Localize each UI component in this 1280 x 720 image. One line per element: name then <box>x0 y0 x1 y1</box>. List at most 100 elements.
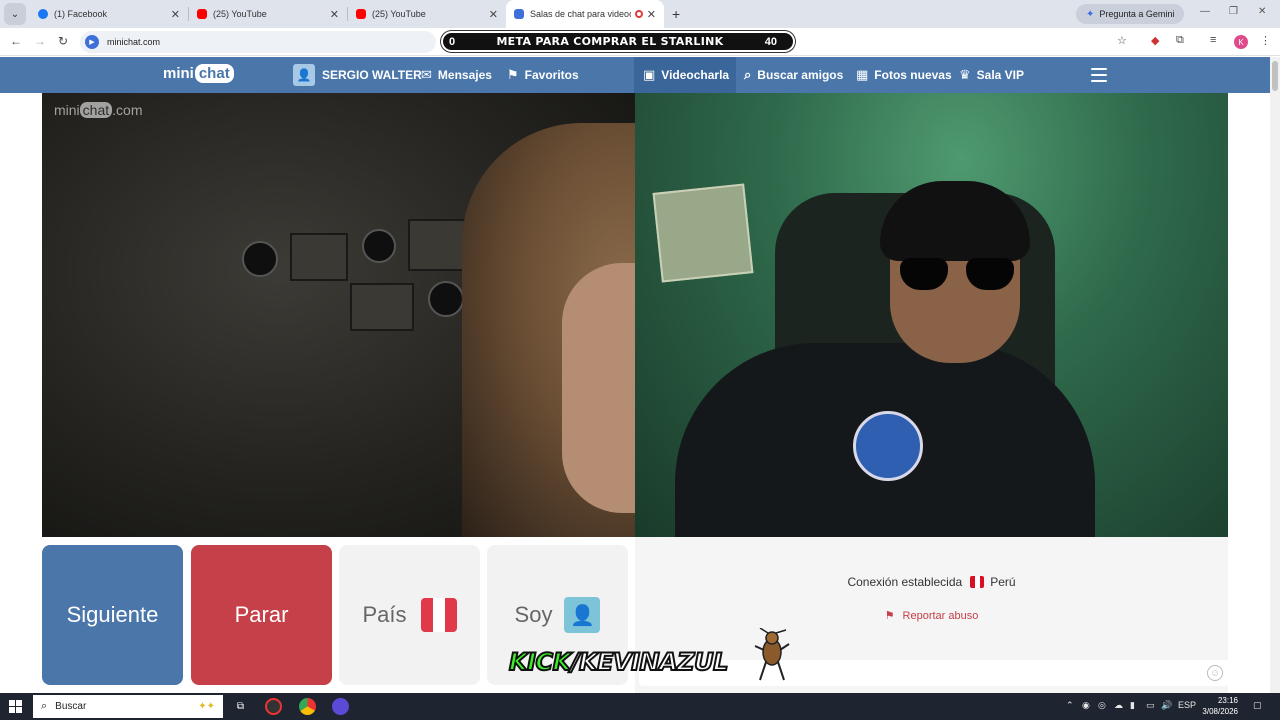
bookmark-star-icon[interactable]: ☆ <box>1117 34 1127 47</box>
taskbar-search[interactable]: ⌕ Buscar ✦✦ <box>33 695 223 718</box>
clock-date: 3/08/2026 <box>1202 707 1238 716</box>
tab-youtube-1[interactable]: (25) YouTube ✕ <box>189 0 347 28</box>
wall-vinyl <box>362 229 396 263</box>
app-icon[interactable] <box>265 698 282 715</box>
minichat-icon <box>514 9 524 19</box>
shirt-logo <box>853 411 923 481</box>
nav-profile[interactable]: 👤 SERGIO WALTER <box>293 57 422 93</box>
nav-messages-label: Mensajes <box>437 68 492 82</box>
goal-target: 40 <box>764 35 777 48</box>
kebab-menu-icon[interactable]: ⋮ <box>1260 34 1271 47</box>
language-indicator[interactable]: ESP <box>1178 700 1196 710</box>
tray-chevron-icon[interactable]: ⌃ <box>1066 700 1074 711</box>
profile-avatar[interactable]: K <box>1234 35 1248 49</box>
tab-search-button[interactable]: ⌄ <box>4 3 26 25</box>
task-view-icon[interactable]: ⧉ <box>232 698 249 715</box>
nav-videochat-label: Videocharla <box>661 68 730 82</box>
watermark-chat: chat <box>79 102 113 118</box>
emoji-icon[interactable]: ☺ <box>1207 665 1223 681</box>
forward-arrow-icon[interactable]: → <box>34 34 46 48</box>
wall-frame <box>408 219 468 271</box>
tray-app-icon[interactable]: ◉ <box>1082 700 1090 711</box>
remote-video: mini chat .com <box>42 93 635 537</box>
search-highlight-icon: ✦✦ <box>198 701 215 712</box>
nav-find-friends[interactable]: ⌕ Buscar amigos <box>744 57 843 93</box>
windows-taskbar: ⌕ Buscar ✦✦ ⧉ ⌃ ◉ ◎ ☁ ▮ ▭ 🔊 ESP 23:16 3/… <box>0 693 1280 720</box>
network-icon[interactable]: ▭ <box>1146 700 1155 711</box>
stream-goal-bar: 0 META PARA COMPRAR EL STARLINK 40 <box>441 31 795 52</box>
flag-icon: ⚑ <box>884 610 895 622</box>
logo-chat: chat <box>194 64 234 83</box>
watermark-com: .com <box>112 102 143 118</box>
next-label: Siguiente <box>66 602 159 627</box>
envelope-icon: ✉ <box>421 67 432 82</box>
tab-facebook[interactable]: (1) Facebook ✕ <box>30 0 188 28</box>
media-controls-icon[interactable]: ≡ <box>1210 34 1216 46</box>
grid-icon: ▦ <box>856 67 869 82</box>
tab-title: Salas de chat para videocita <box>530 9 631 19</box>
male-user-icon: 👤 <box>564 597 601 633</box>
report-abuse-link[interactable]: ⚑ Reportar abuso <box>635 609 1228 623</box>
back-arrow-icon[interactable]: ← <box>10 34 22 48</box>
goal-current: 0 <box>449 35 456 48</box>
extension-icon[interactable]: ◆ <box>1151 34 1159 47</box>
nav-messages[interactable]: ✉ Mensajes <box>421 57 492 93</box>
new-tab-button[interactable]: + <box>672 6 680 22</box>
page-scrollbar[interactable] <box>1270 57 1280 693</box>
watermark-mini: mini <box>54 102 80 118</box>
user-avatar-icon: 👤 <box>293 64 315 86</box>
maximize-icon[interactable]: ❐ <box>1229 6 1238 17</box>
stop-label: Parar <box>234 602 289 627</box>
kick-prefix: KICK <box>508 647 572 677</box>
volume-icon[interactable]: 🔊 <box>1161 700 1172 711</box>
nav-favorites-label: Favoritos <box>524 68 579 82</box>
wall-frame <box>350 283 414 331</box>
recording-icon <box>634 10 643 18</box>
scrollbar-thumb[interactable] <box>1272 61 1278 91</box>
app-icon[interactable] <box>332 698 349 715</box>
report-label: Reportar abuso <box>902 609 979 622</box>
reload-icon[interactable]: ↻ <box>58 34 68 48</box>
close-icon[interactable]: ✕ <box>330 8 339 21</box>
close-icon[interactable]: ✕ <box>647 8 656 21</box>
chrome-icon[interactable] <box>299 698 316 715</box>
tab-title: (1) Facebook <box>54 9 108 19</box>
minichat-logo[interactable]: mini chat <box>163 64 234 83</box>
bookmark-icon: ⚑ <box>507 67 519 82</box>
gemini-button[interactable]: ✦ Pregunta a Gemini <box>1076 4 1185 24</box>
extensions-puzzle-icon[interactable]: ⧉ <box>1176 34 1184 47</box>
wall-vinyl <box>242 241 278 277</box>
window-close-icon[interactable]: ✕ <box>1258 6 1266 17</box>
hamburger-menu-icon[interactable] <box>1091 68 1107 82</box>
wall-frame <box>290 233 348 281</box>
video-chat-icon: ▣ <box>643 67 656 82</box>
kick-channel-overlay: KICK/KEVINAZUL <box>508 647 729 677</box>
url-field[interactable]: ▶ minichat.com <box>80 31 436 53</box>
site-info-icon[interactable]: ▶ <box>85 35 99 49</box>
taskbar-clock[interactable]: 23:16 3/08/2026 <box>1198 695 1238 717</box>
next-button[interactable]: Siguiente <box>42 545 183 685</box>
country-button[interactable]: País <box>339 545 480 685</box>
tray-app-icon[interactable]: ◎ <box>1098 700 1106 711</box>
close-icon[interactable]: ✕ <box>171 8 180 21</box>
tray-app-icon[interactable]: ▮ <box>1130 700 1135 711</box>
youtube-icon <box>356 9 366 19</box>
minimize-icon[interactable]: — <box>1200 6 1210 17</box>
clock-time: 23:16 <box>1217 696 1238 705</box>
windows-start-icon[interactable] <box>9 700 22 713</box>
cockroach-mascot-icon <box>754 628 790 681</box>
nav-find-friends-label: Buscar amigos <box>757 68 844 82</box>
nav-favorites[interactable]: ⚑ Favoritos <box>507 57 579 93</box>
tab-minichat[interactable]: Salas de chat para videocita ✕ <box>506 0 664 28</box>
peru-flag-icon <box>420 598 457 632</box>
close-icon[interactable]: ✕ <box>489 8 498 21</box>
stop-button[interactable]: Parar <box>191 545 332 685</box>
notification-icon[interactable]: ▢ <box>1253 700 1262 711</box>
connection-text: Conexión establecida <box>847 575 963 589</box>
partner-country: Perú <box>990 575 1016 589</box>
tab-youtube-2[interactable]: (25) YouTube ✕ <box>348 0 506 28</box>
nav-videochat[interactable]: ▣ Videocharla <box>643 57 729 93</box>
cloud-icon[interactable]: ☁ <box>1114 700 1123 711</box>
nav-new-photos[interactable]: ▦ Fotos nuevas <box>856 57 952 93</box>
nav-vip-room[interactable]: ♛ Sala VIP <box>959 57 1024 93</box>
